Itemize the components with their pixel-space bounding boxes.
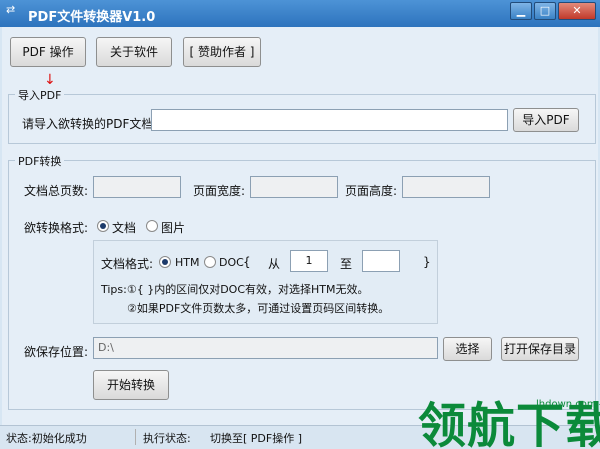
save-path-input[interactable]: D:\ <box>93 337 438 359</box>
minimize-button[interactable]: ▁ <box>510 2 532 20</box>
exec-status-label: 执行状态: <box>143 432 191 445</box>
page-height-label: 页面高度: <box>345 184 398 198</box>
page-width-label: 页面宽度: <box>193 184 246 198</box>
window-title: PDF文件转换器V1.0 <box>28 10 156 25</box>
arrow-down-icon: ↓ <box>44 72 56 88</box>
import-group-title: 导入PDF <box>15 87 65 103</box>
watermark-logo: 领航下载 <box>418 398 600 449</box>
page-width-field <box>250 176 338 198</box>
tip-2: ②如果PDF文件页数太多，可通过设置页码区间转换。 <box>127 302 390 315</box>
htm-radio[interactable] <box>159 256 171 268</box>
format-image-label[interactable]: 图片 <box>161 219 185 236</box>
app-icon: ⇄ <box>6 3 16 16</box>
maximize-button[interactable]: □ <box>534 2 556 20</box>
convert-group-title: PDF转换 <box>15 153 65 169</box>
format-label: 欲转换格式: <box>24 221 89 235</box>
import-prompt-label: 请导入欲转换的PDF文档: <box>22 117 158 131</box>
doc-label[interactable]: DOC <box>219 256 244 269</box>
format-image-radio[interactable] <box>146 220 158 232</box>
pdf-path-input[interactable] <box>151 109 508 131</box>
about-button[interactable]: 关于软件 <box>96 37 172 67</box>
sponsor-button[interactable]: [ 赞助作者 ] <box>183 37 261 67</box>
doc-radio[interactable] <box>204 256 216 268</box>
open-save-dir-button[interactable]: 打开保存目录 <box>501 337 579 361</box>
from-label: 从 <box>268 257 281 271</box>
format-document-label[interactable]: 文档 <box>112 219 136 236</box>
start-convert-button[interactable]: 开始转换 <box>93 370 169 400</box>
choose-folder-button[interactable]: 选择 <box>443 337 492 361</box>
save-location-label: 欲保存位置: <box>24 345 89 359</box>
close-button[interactable]: ✕ <box>558 2 596 20</box>
pdf-ops-button[interactable]: PDF 操作 <box>10 37 86 67</box>
brace-close: } <box>423 255 431 269</box>
doc-format-label: 文档格式: <box>101 257 154 271</box>
status-text: 状态:初始化成功 <box>6 432 87 445</box>
tip-1: Tips:①{ }内的区间仅对DOC有效，对选择HTM无效。 <box>101 283 369 296</box>
total-pages-field <box>93 176 181 198</box>
status-divider <box>135 429 136 445</box>
total-pages-label: 文档总页数: <box>24 184 89 198</box>
from-page-input[interactable]: 1 <box>290 250 328 272</box>
title-bar: ⇄ PDF文件转换器V1.0 ▁ □ ✕ <box>0 0 600 27</box>
to-page-input[interactable] <box>362 250 400 272</box>
import-pdf-button[interactable]: 导入PDF <box>513 108 579 132</box>
to-label: 至 <box>340 257 353 271</box>
exec-status-value: 切换至[ PDF操作 ] <box>210 432 303 445</box>
page-height-field <box>402 176 490 198</box>
format-document-radio[interactable] <box>97 220 109 232</box>
brace-open: { <box>243 255 251 269</box>
htm-label[interactable]: HTM <box>175 256 199 269</box>
